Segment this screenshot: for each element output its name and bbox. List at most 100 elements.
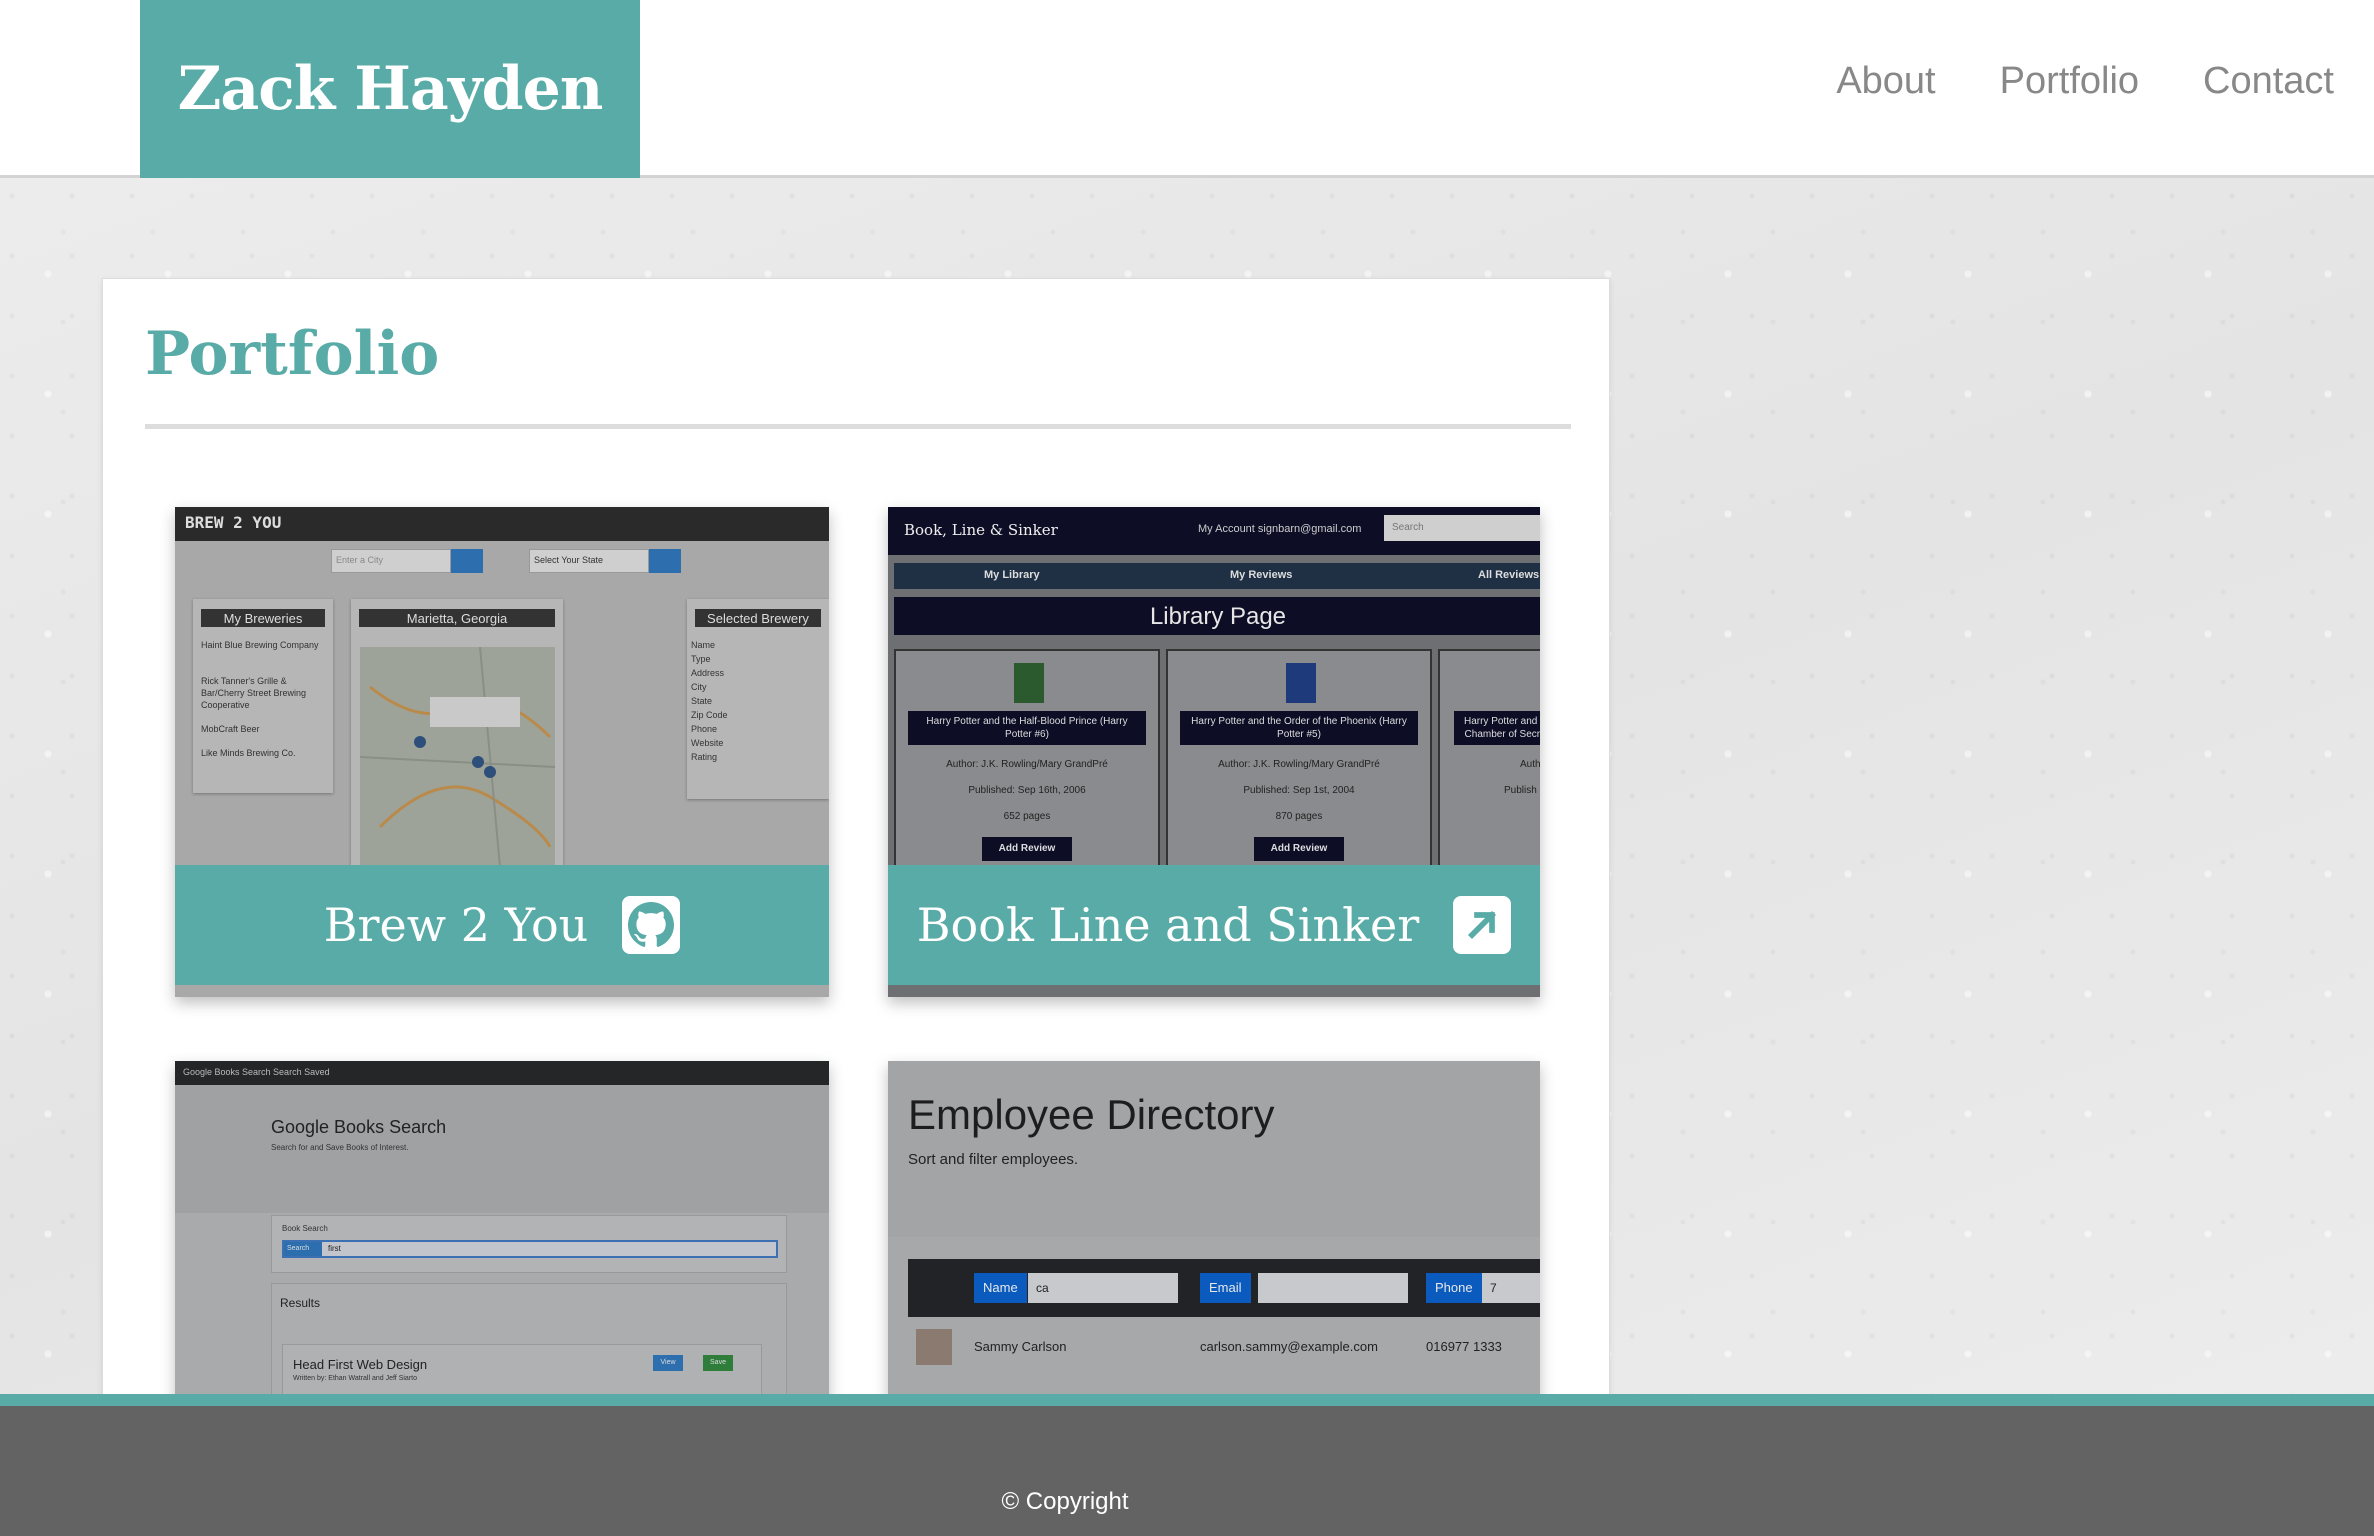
book-cover <box>1286 663 1316 703</box>
project-overlay[interactable]: Book Line and Sinker <box>888 865 1540 985</box>
screenshot-logo: Book, Line & Sinker <box>904 521 1058 539</box>
project-screenshot: Google Books Search Search Saved Google … <box>175 1061 829 1401</box>
nav-item: All Reviews <box>1478 569 1540 581</box>
screenshot-subheading: Sort and filter employees. <box>908 1151 1079 1168</box>
field-label: City <box>691 682 707 692</box>
site-footer: © Copyright <box>0 1406 2374 1536</box>
project-card-book-line-and-sinker[interactable]: Book, Line & Sinker My Account signbarn@… <box>888 507 1540 997</box>
title-divider <box>145 424 1571 429</box>
book-author: Author: J.K. Rowling/Mary GrandPré <box>946 759 1108 770</box>
project-overlay[interactable]: Brew 2 You <box>175 865 829 985</box>
add-review-button: Add Review <box>982 837 1072 861</box>
portfolio-title: Portfolio <box>145 319 440 389</box>
nav-about[interactable]: About <box>1836 60 1935 103</box>
screenshot-topbar: Google Books Search Search Saved <box>175 1061 829 1085</box>
screenshot-jumbotron <box>888 1061 1540 1237</box>
book-published: Published: Sep 1st, 2004 <box>1243 785 1355 796</box>
project-title[interactable]: Brew 2 You <box>324 898 589 952</box>
book-published: Published: Sep 16th, 2006 <box>968 785 1086 796</box>
map-view <box>359 646 556 868</box>
main-nav: About Portfolio Contact <box>1836 60 2334 103</box>
account-label: My Account signbarn@gmail.com <box>1198 523 1362 535</box>
save-button: Save <box>703 1355 733 1371</box>
project-card-employee-directory[interactable]: Employee Directory Sort and filter emplo… <box>888 1061 1540 1401</box>
state-select: Select Your State <box>529 549 649 573</box>
filter-bar: Name ca Email Phone 7 <box>908 1259 1540 1317</box>
screenshot-heading: Google Books Search <box>271 1117 447 1137</box>
my-breweries-heading: My Breweries <box>201 609 325 627</box>
city-input: Enter a City <box>331 549 451 573</box>
nav-item: My Library <box>984 569 1040 581</box>
book-search-input: Search first <box>282 1240 778 1258</box>
field-label: State <box>691 696 713 706</box>
selected-brewery-panel: Selected Brewery Name Type Address City … <box>687 599 829 799</box>
portfolio-panel: Portfolio BREW 2 YOU Enter a City Select… <box>102 278 1610 1401</box>
book-author: Author <box>1520 759 1540 770</box>
screenshot-nav: My Library My Reviews All Reviews <box>894 563 1540 589</box>
brewery-item: Haint Blue Brewing Company <box>201 640 319 650</box>
brand-name[interactable]: Zack Hayden <box>178 54 604 124</box>
project-title[interactable]: Book Line and Sinker <box>917 898 1419 952</box>
project-screenshot: Employee Directory Sort and filter emplo… <box>888 1061 1540 1401</box>
brand-block[interactable]: Zack Hayden <box>140 0 640 178</box>
map-city-heading: Marietta, Georgia <box>359 609 555 627</box>
screenshot-topbar: Book, Line & Sinker My Account signbarn@… <box>888 507 1540 555</box>
phone-filter-label: Phone <box>1426 1273 1482 1303</box>
selected-brewery-heading: Selected Brewery <box>695 609 821 627</box>
view-button: View <box>653 1355 683 1371</box>
external-link-icon[interactable] <box>1453 896 1512 954</box>
field-label: Name <box>691 640 716 650</box>
phone-filter-input: 7 <box>1482 1273 1540 1303</box>
book-pages: 652 pages <box>1003 811 1051 822</box>
brewery-item: Rick Tanner's Grille & Bar/Cherry Street… <box>201 676 307 710</box>
result-card: Head First Web Design Written by: Ethan … <box>282 1344 762 1401</box>
copyright-text: © Copyright <box>1001 1488 1129 1515</box>
employee-name: Sammy Carlson <box>974 1339 1067 1354</box>
book-title: Harry Potter and the Order of the Phoeni… <box>1180 711 1418 745</box>
results-box: Results Head First Web Design Written by… <box>271 1283 787 1401</box>
screenshot-heading: Employee Directory <box>908 1091 1275 1138</box>
results-label: Results <box>280 1296 321 1310</box>
name-filter-label: Name <box>974 1273 1027 1303</box>
field-label: Website <box>691 738 724 748</box>
project-card-google-books-search[interactable]: Google Books Search Search Saved Google … <box>175 1061 829 1401</box>
site-header: Zack Hayden About Portfolio Contact <box>0 0 2374 178</box>
screenshot-topbar: BREW 2 YOU <box>175 507 829 541</box>
topbar-label: Google Books Search Search Saved <box>183 1067 330 1077</box>
result-title: Head First Web Design <box>293 1357 428 1372</box>
brewery-item: Like Minds Brewing Co. <box>201 748 296 758</box>
screenshot-logo: BREW 2 YOU <box>185 513 282 532</box>
search-query: first <box>328 1244 341 1253</box>
book-published: Publish <box>1504 785 1537 796</box>
field-label: Rating <box>691 752 718 762</box>
email-filter-input <box>1258 1273 1408 1303</box>
brewery-item: MobCraft Beer <box>201 724 260 734</box>
employee-avatar <box>916 1329 952 1365</box>
add-review-button: Add Review <box>1254 837 1344 861</box>
my-breweries-panel: My Breweries Haint Blue Brewing Company … <box>193 599 333 793</box>
nav-item: My Reviews <box>1230 569 1293 581</box>
result-author: Written by: Ethan Watrall and Jeff Siart… <box>293 1375 417 1382</box>
book-title: Harry Potter and the Half-Blood Prince (… <box>908 711 1146 745</box>
library-heading: Library Page <box>894 597 1540 635</box>
book-pages: 870 pages <box>1275 811 1323 822</box>
employee-phone: 016977 1333 <box>1426 1339 1502 1354</box>
nav-contact[interactable]: Contact <box>2203 60 2334 103</box>
map-graphic <box>359 646 556 868</box>
city-search-button <box>451 549 483 573</box>
github-icon[interactable] <box>622 896 681 954</box>
project-card-brew-2-you[interactable]: BREW 2 YOU Enter a City Select Your Stat… <box>175 507 829 997</box>
field-label: Phone <box>691 724 718 734</box>
employee-email: carlson.sammy@example.com <box>1200 1339 1378 1354</box>
book-search-box: Book Search Search first <box>271 1215 787 1273</box>
nav-portfolio[interactable]: Portfolio <box>2000 60 2139 103</box>
book-search-label: Book Search <box>282 1224 328 1233</box>
footer-accent-bar <box>0 1394 2374 1406</box>
name-filter-input: ca <box>1028 1273 1178 1303</box>
book-card: Harry Potter and the Half-Blood Prince (… <box>894 649 1160 869</box>
field-label: Address <box>691 668 725 678</box>
search-input: Search <box>1384 515 1540 541</box>
field-label: Type <box>691 654 711 664</box>
book-author: Author: J.K. Rowling/Mary GrandPré <box>1218 759 1380 770</box>
email-filter-label: Email <box>1200 1273 1251 1303</box>
